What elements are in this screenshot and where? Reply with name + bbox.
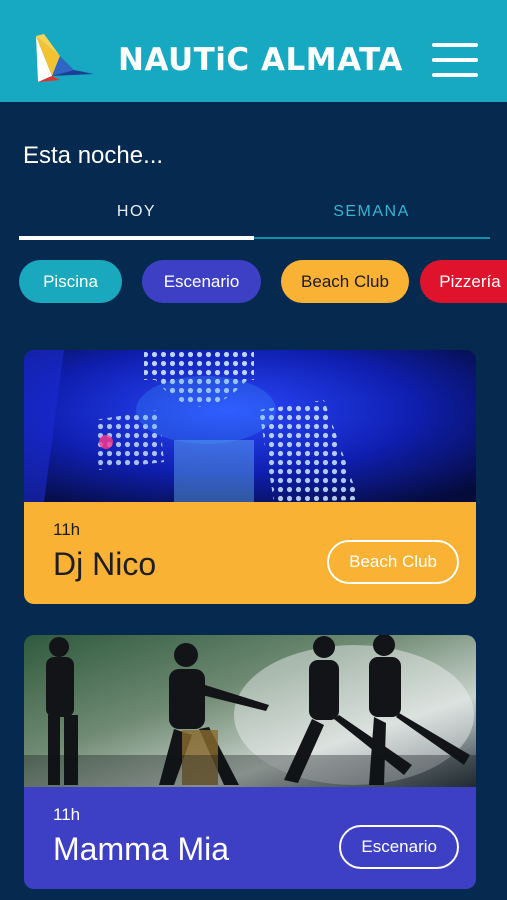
tab-hoy[interactable]: HOY	[19, 196, 254, 240]
event-time: 11h	[53, 520, 81, 539]
tab-semana[interactable]: SEMANA	[254, 196, 489, 240]
filter-chip-escenario[interactable]: Escenario	[142, 260, 261, 303]
group-dancers-photo	[24, 635, 476, 787]
venue-tag-button[interactable]: Escenario	[339, 825, 459, 869]
event-card[interactable]: 11h Mamma Mia Escenario	[24, 635, 476, 889]
sail-logo-icon	[36, 34, 94, 82]
event-title: Dj Nico	[53, 546, 157, 582]
venue-filter-bar: Piscina Escenario Beach Club Pizzería	[0, 260, 507, 304]
filter-chip-pizzeria[interactable]: Pizzería	[420, 260, 507, 303]
event-card[interactable]: 11h Dj Nico Beach Club	[24, 350, 476, 604]
brand-name: NAUTiC ALMATA	[118, 42, 403, 78]
event-time: 11h	[53, 805, 81, 824]
app-header: NAUTiC ALMATA	[0, 0, 507, 102]
filter-chip-piscina[interactable]: Piscina	[19, 260, 122, 303]
event-card-body: 11h Mamma Mia Escenario	[24, 787, 476, 889]
section-title: Esta noche...	[23, 142, 164, 169]
active-tab-indicator	[19, 236, 254, 240]
hamburger-menu-icon[interactable]	[432, 43, 478, 77]
led-robot-dancer-photo	[24, 350, 476, 502]
filter-chip-beach-club[interactable]: Beach Club	[281, 260, 409, 303]
day-tabs: HOY SEMANA	[19, 196, 490, 240]
event-card-body: 11h Dj Nico Beach Club	[24, 502, 476, 604]
event-title: Mamma Mia	[53, 831, 230, 867]
venue-tag-button[interactable]: Beach Club	[327, 540, 459, 584]
